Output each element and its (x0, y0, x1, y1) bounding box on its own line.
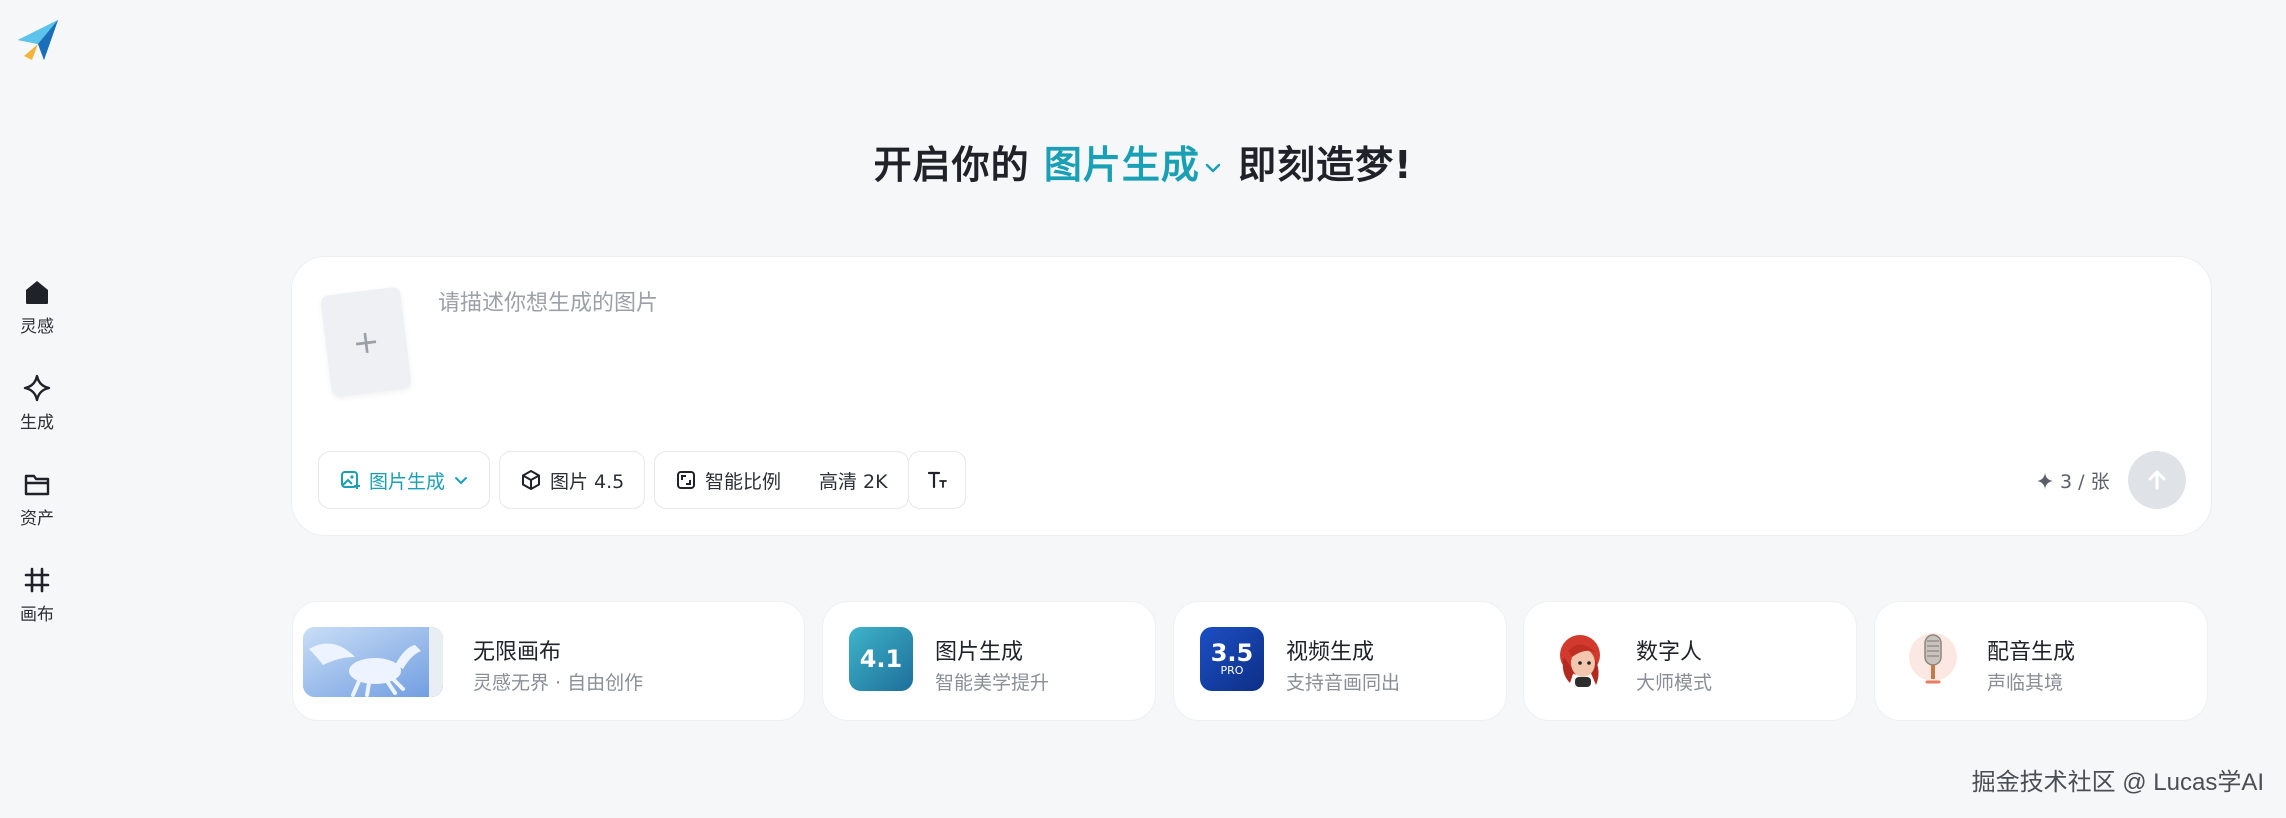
paper-plane-logo-icon (18, 20, 58, 60)
video-gen-pro-tag: PRO (1220, 664, 1244, 677)
prompt-card: + 图片生成 图片 4.5 智能比例 高清 2K (291, 256, 2212, 536)
watermark: 掘金技术社区 @ Lucas学AI (1971, 769, 2264, 796)
sidebar-item-canvas[interactable]: 画布 (0, 558, 74, 628)
quality-label: 高清 2K (819, 470, 888, 493)
feature-subtitle: 智能美学提升 (935, 672, 1050, 694)
cube-icon (522, 470, 540, 490)
ratio-label: 智能比例 (705, 470, 782, 493)
image-gen-version: 4.1 (859, 645, 903, 673)
grid-hash-icon (24, 567, 50, 593)
feature-card-infinite-canvas[interactable]: 无限画布 灵感无界 · 自由创作 (292, 601, 805, 721)
sidebar-item-inspiration[interactable]: 灵感 (0, 270, 74, 340)
reference-image-upload[interactable]: + (320, 286, 412, 398)
text-style-button[interactable] (908, 451, 966, 509)
digital-human-avatar (1550, 627, 1614, 691)
sidebar-item-generate[interactable]: 生成 (0, 366, 74, 436)
app-logo[interactable] (14, 16, 62, 64)
feature-card-digital-human[interactable]: 数字人 大师模式 (1523, 601, 1857, 721)
video-gen-badge: 3.5 PRO (1200, 627, 1264, 691)
sidebar-item-label: 画布 (20, 605, 54, 625)
feature-title: 无限画布 (473, 640, 562, 665)
feature-title: 图片生成 (935, 640, 1024, 665)
image-gen-badge: 4.1 (849, 627, 913, 691)
sidebar-item-label: 灵感 (20, 317, 54, 337)
chevron-down-icon (1205, 163, 1221, 172)
headline-suffix: 即刻造梦! (1238, 143, 1413, 187)
arrow-up-icon (2148, 470, 2166, 490)
send-button[interactable] (2128, 451, 2186, 509)
page-title: 开启你的 图片生成 即刻造梦! (0, 134, 2286, 189)
sparkle-diamond-icon (23, 374, 51, 402)
feature-title: 数字人 (1636, 640, 1703, 665)
headline-prefix: 开启你的 (873, 143, 1030, 187)
pegasus-icon (303, 627, 443, 697)
sidebar-item-label: 生成 (20, 413, 54, 433)
headline-mode-dropdown[interactable]: 图片生成 (1044, 143, 1224, 187)
sparkle-icon (2037, 472, 2053, 489)
microphone-thumbnail (1901, 627, 1965, 691)
headline-mode-label: 图片生成 (1043, 143, 1200, 187)
microphone-icon (1909, 633, 1957, 684)
folder-icon (24, 474, 50, 496)
mode-selector[interactable]: 图片生成 (318, 451, 491, 509)
feature-subtitle: 支持音画同出 (1286, 672, 1401, 694)
feature-card-voice-generation[interactable]: 配音生成 声临其境 (1874, 601, 2208, 721)
prompt-input[interactable] (438, 285, 2138, 425)
model-label: 图片 4.5 (550, 470, 625, 493)
video-gen-version: 3.5 (1210, 639, 1254, 667)
plus-icon: + (350, 321, 382, 363)
avatar-icon (1560, 635, 1600, 687)
image-plus-icon (341, 471, 360, 489)
ratio-quality-selector[interactable]: 智能比例 高清 2K (654, 451, 909, 509)
model-selector[interactable]: 图片 4.5 (499, 451, 646, 509)
feature-card-video-generation[interactable]: 3.5 PRO 视频生成 支持音画同出 (1173, 601, 1507, 721)
sidebar-item-label: 资产 (20, 509, 54, 529)
home-icon (26, 281, 48, 304)
pegasus-thumbnail (303, 627, 443, 697)
feature-title: 视频生成 (1286, 640, 1375, 665)
chevron-down-icon (455, 477, 468, 485)
credit-cost-label: 3 / 张 (2060, 471, 2110, 493)
feature-card-image-generation[interactable]: 4.1 图片生成 智能美学提升 (822, 601, 1156, 721)
mode-label: 图片生成 (369, 470, 446, 493)
aspect-ratio-icon (677, 471, 695, 489)
text-size-icon (927, 471, 947, 489)
feature-subtitle: 声临其境 (1987, 672, 2064, 694)
credit-cost: 3 / 张 (2036, 467, 2110, 494)
sidebar-item-assets[interactable]: 资产 (0, 462, 74, 532)
feature-subtitle: 大师模式 (1636, 672, 1713, 694)
feature-subtitle: 灵感无界 · 自由创作 (473, 672, 644, 694)
feature-title: 配音生成 (1987, 640, 2076, 665)
